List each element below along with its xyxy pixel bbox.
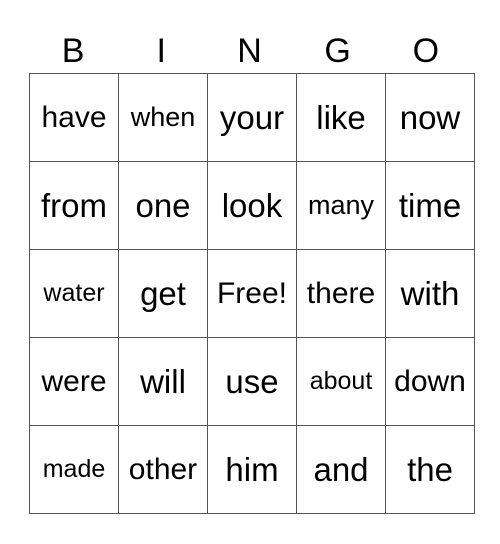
grid-cell[interactable]: him — [207, 425, 297, 514]
grid-cell[interactable]: from — [29, 161, 119, 250]
grid-cell[interactable]: will — [118, 337, 208, 426]
grid-cell[interactable]: your — [207, 73, 297, 162]
header-letter-i: I — [156, 32, 166, 70]
bingo-grid: have when your like now from one look ma… — [29, 73, 475, 514]
grid-cell[interactable]: water — [29, 249, 119, 338]
grid-cell[interactable]: time — [385, 161, 475, 250]
grid-row: have when your like now — [29, 73, 475, 162]
header-letter-g: G — [324, 32, 351, 70]
free-cell[interactable]: Free! — [207, 249, 297, 338]
grid-cell[interactable]: other — [118, 425, 208, 514]
grid-cell[interactable]: many — [296, 161, 386, 250]
header-letter-b: B — [61, 32, 85, 70]
grid-row: were will use about down — [29, 337, 475, 426]
grid-cell[interactable]: down — [385, 337, 475, 426]
grid-row: water get Free! there with — [29, 249, 475, 338]
grid-cell[interactable]: there — [296, 249, 386, 338]
header-letter-n: N — [237, 32, 262, 70]
grid-row: made other him and the — [29, 425, 475, 514]
grid-cell[interactable]: about — [296, 337, 386, 426]
grid-cell[interactable]: look — [207, 161, 297, 250]
grid-cell[interactable]: and — [296, 425, 386, 514]
grid-row: from one look many time — [29, 161, 475, 250]
grid-cell[interactable]: with — [385, 249, 475, 338]
grid-cell[interactable]: when — [118, 73, 208, 162]
grid-cell[interactable]: made — [29, 425, 119, 514]
bingo-header: B I N G O — [29, 30, 470, 73]
grid-cell[interactable]: like — [296, 73, 386, 162]
grid-cell[interactable]: now — [385, 73, 475, 162]
grid-cell[interactable]: were — [29, 337, 119, 426]
grid-cell[interactable]: have — [29, 73, 119, 162]
grid-cell[interactable]: the — [385, 425, 475, 514]
grid-cell[interactable]: one — [118, 161, 208, 250]
grid-cell[interactable]: get — [118, 249, 208, 338]
grid-cell[interactable]: use — [207, 337, 297, 426]
header-letter-o: O — [412, 32, 440, 70]
